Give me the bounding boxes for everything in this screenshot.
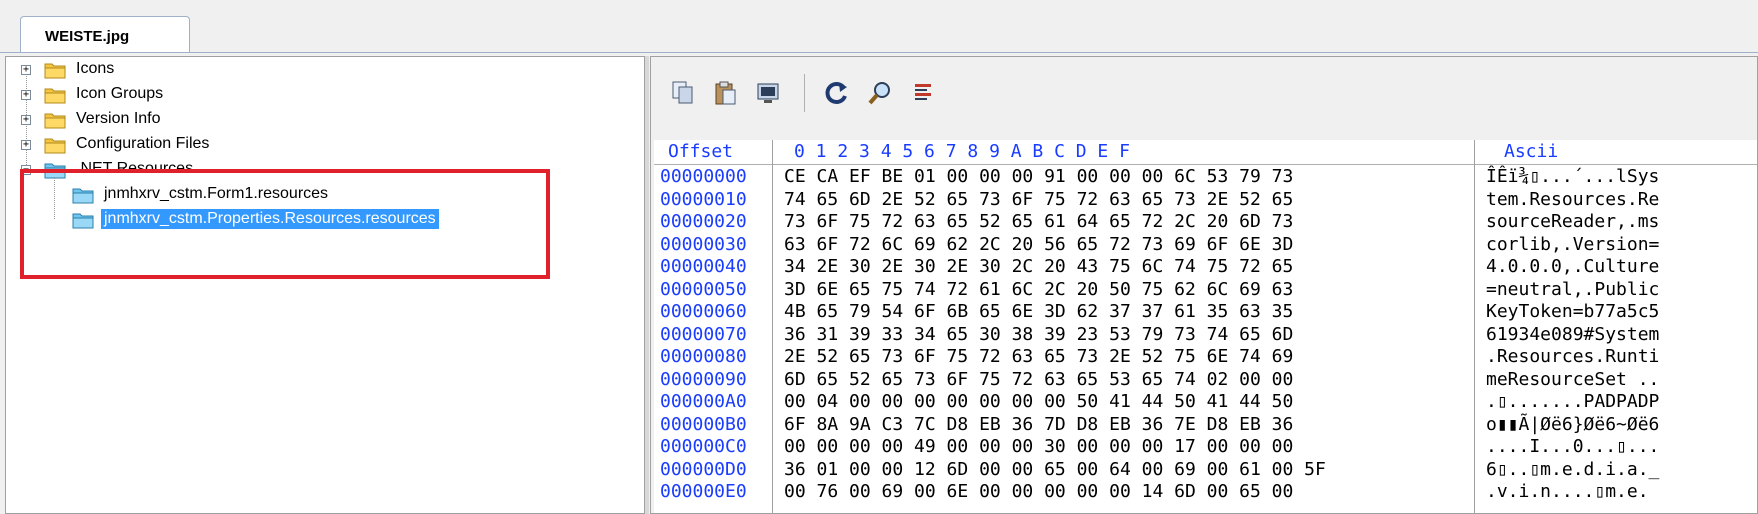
hex-row[interactable]: 000000B0 6F 8A 9A C3 7C D8 EB 36 7D D8 EB… [654,413,1757,437]
hex-offset: 00000030 [660,233,747,255]
toolbar-separator [804,74,805,112]
expand-icon[interactable]: + [21,115,31,125]
resource-tree-pane: + Icons + Icon Groups + Version Info + C… [5,56,645,514]
hex-bytes: 4B 65 79 54 6F 6B 65 6E 3D 62 37 37 61 3… [784,301,1294,322]
hex-ascii: ....I...0...▯... [1486,436,1660,457]
hex-ascii: .v.i.n....▯m.e. [1486,481,1649,502]
hex-offset: 000000B0 [660,413,747,435]
hex-ascii: 6▯..▯m.e.d.i.a._ [1486,458,1660,480]
tree-item-icons[interactable]: + Icons [6,57,606,83]
hex-bytes: 63 6F 72 6C 69 62 2C 20 56 65 72 73 69 6… [784,233,1294,255]
hex-row[interactable]: 00000080 2E 52 65 73 6F 75 72 63 65 73 2E… [654,346,1757,369]
hex-row[interactable]: 00000050 3D 6E 65 75 74 72 61 6C 2C 20 50… [654,278,1757,302]
byte-columns-header: 0 1 2 3 4 5 6 7 8 9 A B C D E F [794,141,1130,162]
hex-row[interactable]: 00000070 36 31 39 33 34 65 30 38 39 23 53… [654,323,1757,347]
hex-offset: 000000C0 [660,436,747,457]
hex-row[interactable]: 00000030 63 6F 72 6C 69 62 2C 20 56 65 72… [654,233,1757,257]
hex-grid[interactable]: Offset 0 1 2 3 4 5 6 7 8 9 A B C D E F A… [654,140,1757,513]
pane-splitter[interactable] [645,56,649,514]
hex-row[interactable]: 000000D0 36 01 00 00 12 6D 00 00 65 00 64… [654,458,1757,482]
hex-offset: 00000020 [660,211,747,232]
hex-offset: 00000070 [660,323,747,345]
tree-item-label: Icon Groups [76,85,164,102]
paste-icon[interactable] [706,73,746,113]
tree-item-label: Version Info [76,110,161,127]
folder-icon [44,138,66,154]
offset-column-header: Offset [668,141,734,162]
hex-bytes: 6F 8A 9A C3 7C D8 EB 36 7D D8 EB 36 7E D… [784,413,1294,435]
tree-item-icon-groups[interactable]: + Icon Groups [6,82,606,108]
hex-bytes: 00 00 00 00 49 00 00 00 30 00 00 00 17 0… [784,436,1294,457]
expand-icon[interactable]: + [21,90,31,100]
tree-item-configuration-files[interactable]: + Configuration Files [6,132,606,158]
hex-ascii: =neutral,.Public [1486,278,1660,300]
hex-toolbar [663,71,946,115]
expand-icon[interactable]: + [21,65,31,75]
hex-ascii: meResourceSet .. [1486,368,1660,390]
hex-ascii: ÎÊï¾▯...´...lSys [1486,166,1660,187]
hex-row[interactable]: 000000C0 00 00 00 00 49 00 00 00 30 00 00… [654,436,1757,459]
hex-ascii: o▮▮Ã|Øë6}Øë6~Øë6 [1486,413,1660,435]
tree-item-version-info[interactable]: + Version Info [6,107,606,133]
hex-ascii: 4.0.0.0,.Culture [1486,256,1660,277]
view-icon[interactable] [749,73,789,113]
ascii-column-header: Ascii [1504,141,1559,162]
hex-ascii: 61934e089#System [1486,323,1660,345]
tree-item-label: Configuration Files [76,135,210,152]
copy-icon[interactable] [663,73,703,113]
hex-row[interactable]: 00000090 6D 65 52 65 73 6F 75 72 63 65 53… [654,368,1757,392]
hex-bytes: 3D 6E 65 75 74 72 61 6C 2C 20 50 75 62 6… [784,278,1294,300]
hex-viewer-pane: Offset 0 1 2 3 4 5 6 7 8 9 A B C D E F A… [650,56,1758,514]
hex-row[interactable]: 00000000 CE CA EF BE 01 00 00 00 91 00 00… [654,166,1757,189]
hex-ascii: KeyToken=b77a5c5 [1486,301,1660,322]
hex-offset: 00000090 [660,368,747,390]
hex-ascii: corlib,.Version= [1486,233,1660,255]
hex-row[interactable]: 00000010 74 65 6D 2E 52 65 73 6F 75 72 63… [654,188,1757,212]
folder-icon [44,88,66,104]
refresh-icon[interactable] [817,73,857,113]
hex-bytes: CE CA EF BE 01 00 00 00 91 00 00 00 6C 5… [784,166,1294,187]
hex-offset: 00000000 [660,166,747,187]
tree-item-label: Icons [76,60,115,77]
hex-bytes: 34 2E 30 2E 30 2E 30 2C 20 43 75 6C 74 7… [784,256,1294,277]
hex-offset: 00000040 [660,256,747,277]
search-icon[interactable] [860,73,900,113]
document-tab[interactable]: WEISTE.jpg [20,16,190,52]
expand-icon[interactable]: + [21,140,31,150]
hex-bytes: 73 6F 75 72 63 65 52 65 61 64 65 72 2C 2… [784,211,1294,232]
hex-row[interactable]: 00000020 73 6F 75 72 63 65 52 65 61 64 65… [654,211,1757,234]
hex-bytes: 00 76 00 69 00 6E 00 00 00 00 00 14 6D 0… [784,481,1294,502]
hex-offset: 00000050 [660,278,747,300]
hex-offset: 000000E0 [660,481,747,502]
hex-offset: 00000080 [660,346,747,367]
hex-ascii: .▯.......PADPADP [1486,391,1660,412]
hex-bytes: 2E 52 65 73 6F 75 72 63 65 73 2E 52 75 6… [784,346,1294,367]
hex-header: Offset 0 1 2 3 4 5 6 7 8 9 A B C D E F A… [654,140,1757,165]
document-tab-bar: WEISTE.jpg [0,0,1758,53]
hex-offset: 00000060 [660,301,747,322]
hex-bytes: 36 01 00 00 12 6D 00 00 65 00 64 00 69 0… [784,458,1326,480]
hex-row[interactable]: 00000040 34 2E 30 2E 30 2E 30 2C 20 43 75… [654,256,1757,279]
list-icon[interactable] [903,73,943,113]
hex-row[interactable]: 000000A0 00 04 00 00 00 00 00 00 00 50 41… [654,391,1757,414]
hex-bytes: 36 31 39 33 34 65 30 38 39 23 53 79 73 7… [784,323,1294,345]
hex-row[interactable]: 000000E0 00 76 00 69 00 6E 00 00 00 00 00… [654,481,1757,504]
hex-bytes: 6D 65 52 65 73 6F 75 72 63 65 53 65 74 0… [784,368,1294,390]
hex-bytes: 74 65 6D 2E 52 65 73 6F 75 72 63 65 73 2… [784,188,1294,210]
folder-icon [44,63,66,79]
hex-offset: 000000D0 [660,458,747,480]
hex-ascii: tem.Resources.Re [1486,188,1660,210]
folder-icon [44,113,66,129]
hex-ascii: .Resources.Runti [1486,346,1660,367]
hex-ascii: sourceReader,.ms [1486,211,1660,232]
red-annotation-box [20,169,550,279]
hex-offset: 000000A0 [660,391,747,412]
hex-bytes: 00 04 00 00 00 00 00 00 00 50 41 44 50 4… [784,391,1294,412]
hex-row[interactable]: 00000060 4B 65 79 54 6F 6B 65 6E 3D 62 37… [654,301,1757,324]
hex-offset: 00000010 [660,188,747,210]
